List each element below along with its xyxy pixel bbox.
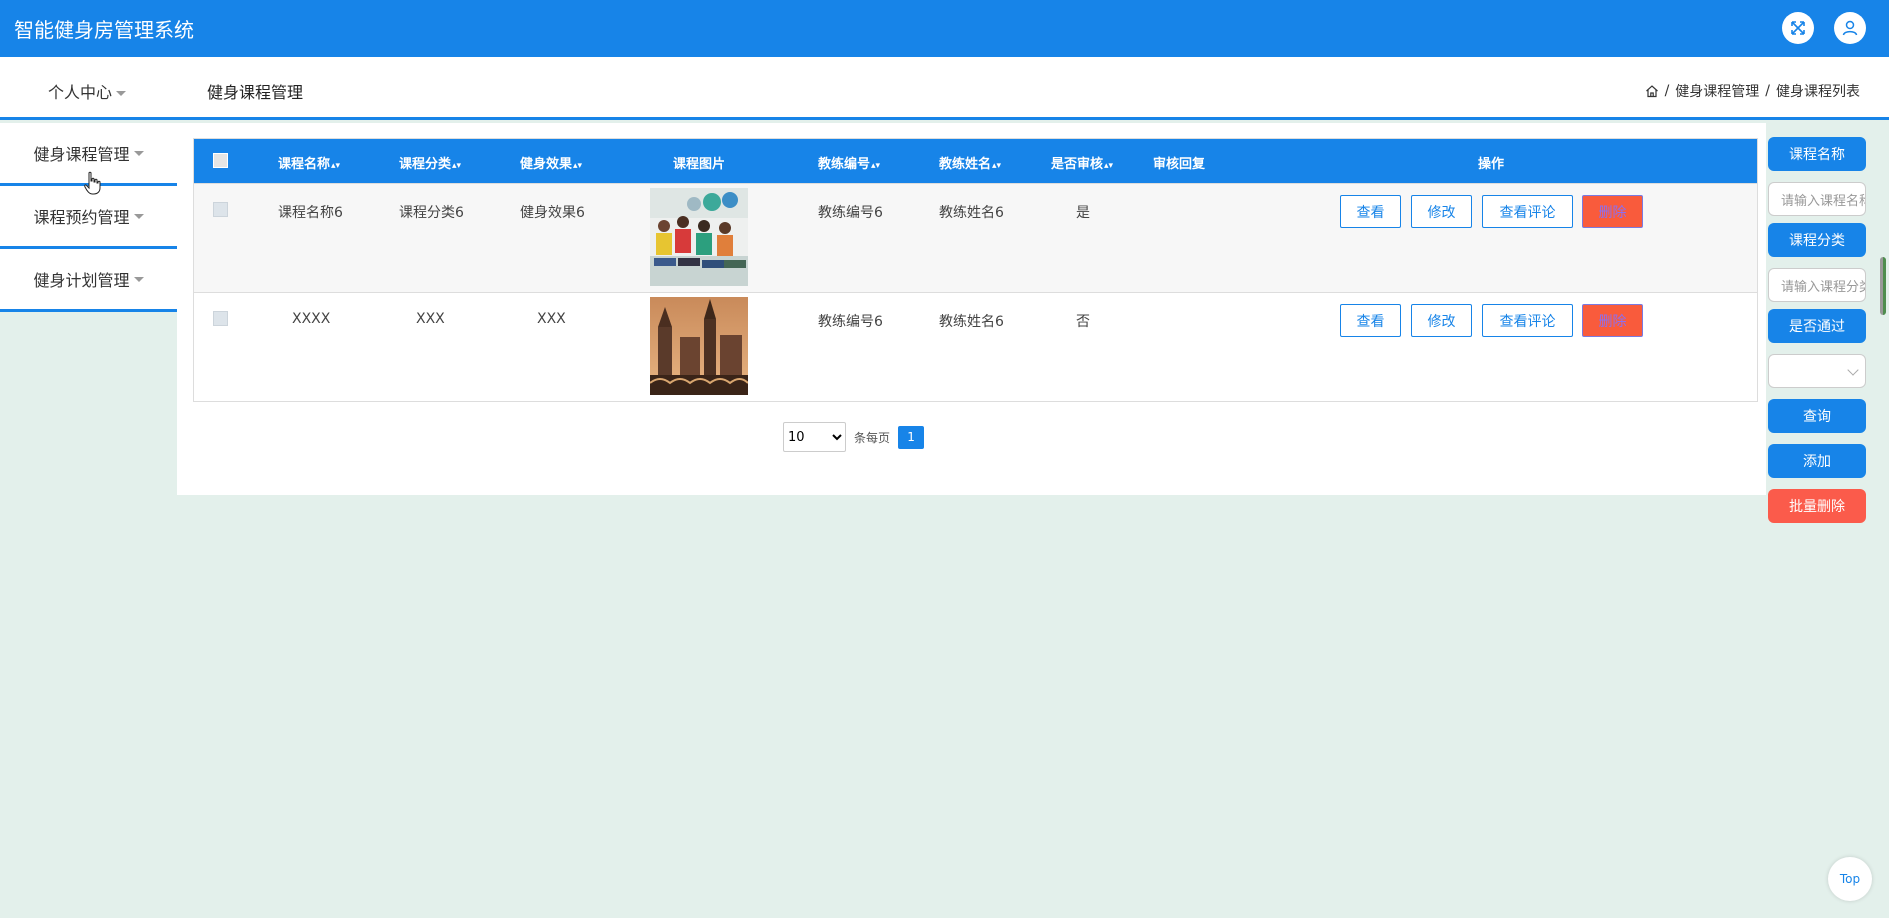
- cell-course-name: XXXX: [292, 311, 331, 327]
- column-header-label: 课程分类: [399, 157, 452, 172]
- course-name-label: 课程名称: [1768, 137, 1866, 171]
- column-header-effect[interactable]: 健身效果▴▾: [520, 153, 582, 172]
- delete-button[interactable]: 删除: [1582, 304, 1643, 337]
- app-title: 智能健身房管理系统: [14, 18, 194, 42]
- sort-icon: ▴▾: [871, 161, 881, 171]
- view-comments-button[interactable]: 查看评论: [1482, 195, 1573, 228]
- scrollbar-thumb[interactable]: [1880, 257, 1886, 315]
- row-checkbox[interactable]: [213, 202, 228, 217]
- row-checkbox[interactable]: [213, 311, 228, 326]
- breadcrumb-item-course-list: 健身课程列表: [1776, 84, 1860, 100]
- pagination: 10 条每页 1: [783, 422, 925, 452]
- page-number-button[interactable]: 1: [898, 425, 925, 449]
- chevron-down-icon: [1847, 364, 1859, 376]
- sort-icon: ▴▾: [1104, 161, 1114, 171]
- page-size-select[interactable]: 10: [783, 422, 846, 452]
- cell-category: 课程分类6: [399, 205, 464, 221]
- fullscreen-icon[interactable]: [1782, 12, 1814, 44]
- table-row: 课程名称6 课程分类6 健身效果6 教练编号6 教练姓名6 是 查看 修改 查看…: [194, 183, 1757, 292]
- course-image-yoga: [650, 188, 748, 286]
- column-header-label: 健身效果: [520, 157, 573, 172]
- hand-cursor-icon: [84, 171, 101, 195]
- sub-header: 个人中心 健身课程管理 / 健身课程管理 / 健身课程列表: [0, 57, 1889, 120]
- cell-effect: XXX: [537, 311, 566, 327]
- column-header-label: 教练编号: [818, 157, 871, 172]
- cell-coach-name: 教练姓名6: [939, 205, 1004, 221]
- approved-label: 是否通过: [1768, 309, 1866, 343]
- column-header-category[interactable]: 课程分类▴▾: [399, 153, 461, 172]
- caret-down-icon: [133, 213, 144, 219]
- column-header-reviewed[interactable]: 是否审核▴▾: [1051, 153, 1113, 172]
- per-page-label: 条每页: [854, 430, 891, 445]
- table-header: 课程名称▴▾ 课程分类▴▾ 健身效果▴▾ 课程图片 教练编号▴▾ 教练姓名▴▾ …: [194, 139, 1757, 183]
- column-header-coach-no[interactable]: 教练编号▴▾: [818, 153, 880, 172]
- page-title: 健身课程管理: [207, 83, 304, 102]
- sidebar-item-booking-management[interactable]: 课程预约管理: [0, 186, 177, 249]
- select-all-checkbox[interactable]: [213, 153, 228, 168]
- add-button[interactable]: 添加: [1768, 444, 1866, 478]
- cell-reviewed: 是: [1076, 205, 1090, 221]
- sort-icon: ▴▾: [573, 161, 583, 171]
- breadcrumb-item-course-management[interactable]: 健身课程管理: [1675, 81, 1759, 101]
- cell-effect: 健身效果6: [520, 205, 585, 221]
- query-button[interactable]: 查询: [1768, 399, 1866, 433]
- cell-reviewed: 否: [1076, 314, 1090, 330]
- column-header-reply: 审核回复: [1153, 157, 1206, 172]
- view-button[interactable]: 查看: [1340, 304, 1401, 337]
- column-header-label: 是否审核: [1051, 157, 1104, 172]
- user-icon-glyph: [1842, 20, 1858, 36]
- edit-button[interactable]: 修改: [1411, 304, 1472, 337]
- cell-coach-no: 教练编号6: [818, 205, 883, 221]
- sort-icon: ▴▾: [331, 161, 341, 171]
- course-name-input[interactable]: 请输入课程名称: [1768, 182, 1866, 216]
- sidebar-item-plan-management[interactable]: 健身计划管理: [0, 249, 177, 312]
- main-content: 课程名称▴▾ 课程分类▴▾ 健身效果▴▾ 课程图片 教练编号▴▾ 教练姓名▴▾ …: [177, 123, 1766, 495]
- delete-button[interactable]: 删除: [1582, 195, 1643, 228]
- breadcrumb-separator: /: [1664, 83, 1670, 99]
- view-comments-button[interactable]: 查看评论: [1482, 304, 1573, 337]
- cell-coach-no: 教练编号6: [818, 314, 883, 330]
- back-to-top-button[interactable]: Top: [1828, 857, 1872, 901]
- cell-course-name: 课程名称6: [278, 205, 343, 221]
- breadcrumb-separator: /: [1765, 83, 1770, 99]
- column-header-label: 课程名称: [278, 157, 331, 172]
- personal-center-label: 个人中心: [48, 83, 113, 102]
- caret-down-icon: [133, 150, 144, 156]
- home-icon[interactable]: [1645, 84, 1659, 98]
- fullscreen-icon-glyph: [1791, 21, 1805, 35]
- approved-select[interactable]: [1768, 354, 1866, 388]
- caret-down-icon: [116, 91, 127, 96]
- breadcrumb: / 健身课程管理 / 健身课程列表: [1645, 81, 1860, 101]
- edit-button[interactable]: 修改: [1411, 195, 1472, 228]
- column-header-coach-name[interactable]: 教练姓名▴▾: [939, 153, 1001, 172]
- sidebar-item-label: 健身课程管理: [33, 145, 130, 164]
- batch-delete-button[interactable]: 批量删除: [1768, 489, 1866, 523]
- table-row: XXXX XXX XXX 教练编号6 教练姓名6 否 查看 修改 查看评论 删除: [194, 292, 1757, 401]
- column-header-image: 课程图片: [673, 157, 726, 172]
- course-table: 课程名称▴▾ 课程分类▴▾ 健身效果▴▾ 课程图片 教练编号▴▾ 教练姓名▴▾ …: [193, 138, 1758, 402]
- cell-coach-name: 教练姓名6: [939, 314, 1004, 330]
- user-avatar-icon[interactable]: [1834, 12, 1866, 44]
- course-image-city: [650, 297, 748, 395]
- sort-icon: ▴▾: [452, 161, 462, 171]
- column-header-actions: 操作: [1478, 157, 1505, 172]
- view-button[interactable]: 查看: [1340, 195, 1401, 228]
- top-bar: 智能健身房管理系统: [0, 0, 1889, 57]
- personal-center-menu[interactable]: 个人中心: [48, 79, 127, 103]
- sidebar-item-label: 课程预约管理: [33, 208, 130, 227]
- caret-down-icon: [133, 276, 144, 282]
- sidebar: 健身课程管理 课程预约管理 健身计划管理: [0, 123, 177, 312]
- column-header-course-name[interactable]: 课程名称▴▾: [278, 153, 340, 172]
- cell-category: XXX: [416, 311, 445, 327]
- category-label: 课程分类: [1768, 223, 1866, 257]
- column-header-label: 教练姓名: [939, 157, 992, 172]
- sort-icon: ▴▾: [992, 161, 1002, 171]
- sidebar-item-label: 健身计划管理: [33, 271, 130, 290]
- category-input[interactable]: 请输入课程分类: [1768, 268, 1866, 302]
